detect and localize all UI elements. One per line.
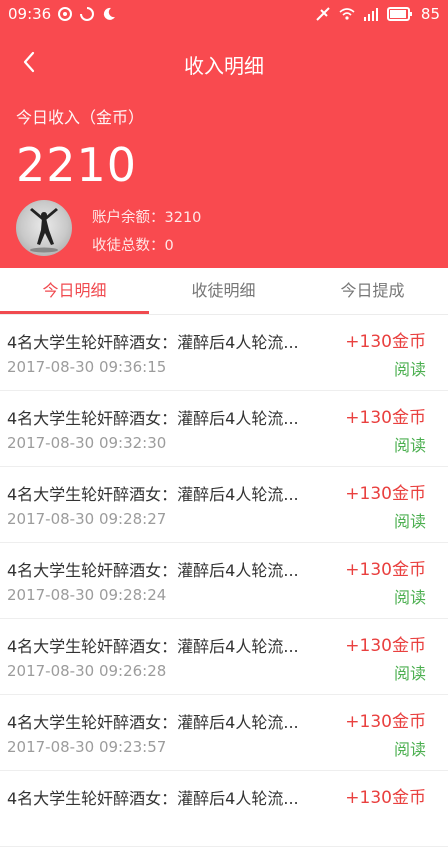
detail-tabs: 今日明细 收徒明细 今日提成: [0, 268, 448, 315]
read-link[interactable]: 阅读: [394, 660, 426, 684]
status-bar: 09:36 85: [0, 0, 448, 30]
record-time: 2017-08-30 09:28:24: [7, 586, 167, 604]
page-title: 收入明细: [184, 54, 264, 78]
article-title: 4名大学生轮奸醉酒女：灌醉后4人轮流...: [7, 561, 299, 580]
status-left: 09:36: [8, 5, 117, 23]
article-title: 4名大学生轮奸醉酒女：灌醉后4人轮流...: [7, 637, 299, 656]
avatar[interactable]: [16, 200, 72, 256]
signal-icon: [363, 8, 378, 21]
list-item[interactable]: 4名大学生轮奸醉酒女：灌醉后4人轮流... 2017-08-30 09:36:1…: [0, 315, 448, 391]
tab-today-commission[interactable]: 今日提成: [298, 268, 447, 314]
list-item[interactable]: 4名大学生轮奸醉酒女：灌醉后4人轮流... +130金币: [0, 771, 448, 847]
tab-apprentice-detail[interactable]: 收徒明细: [149, 268, 298, 314]
apprentice-count: 收徒总数：0: [92, 238, 174, 254]
coin-amount: +130金币: [345, 332, 426, 352]
list-item[interactable]: 4名大学生轮奸醉酒女：灌醉后4人轮流... 2017-08-30 09:23:5…: [0, 695, 448, 771]
coin-amount: +130金币: [345, 484, 426, 504]
list-item[interactable]: 4名大学生轮奸醉酒女：灌醉后4人轮流... 2017-08-30 09:32:3…: [0, 391, 448, 467]
notification-icon: [58, 7, 73, 21]
list-item[interactable]: 4名大学生轮奸醉酒女：灌醉后4人轮流... 2017-08-30 09:28:2…: [0, 543, 448, 619]
read-link[interactable]: 阅读: [394, 432, 426, 456]
article-title: 4名大学生轮奸醉酒女：灌醉后4人轮流...: [7, 409, 299, 428]
read-link[interactable]: 阅读: [394, 356, 426, 380]
moon-icon: [104, 7, 116, 20]
sync-icon: [80, 7, 95, 21]
article-title: 4名大学生轮奸醉酒女：灌醉后4人轮流...: [7, 333, 299, 352]
read-link[interactable]: 阅读: [394, 508, 426, 532]
coin-amount: +130金币: [345, 712, 426, 732]
status-right: 85: [315, 5, 440, 23]
record-time: 2017-08-30 09:36:15: [7, 358, 167, 376]
list-item[interactable]: 4名大学生轮奸醉酒女：灌醉后4人轮流... 2017-08-30 09:26:2…: [0, 619, 448, 695]
account-balance: 账户余额：3210: [92, 210, 202, 226]
income-list: 4名大学生轮奸醉酒女：灌醉后4人轮流... 2017-08-30 09:36:1…: [0, 315, 448, 847]
active-tab-indicator: [0, 311, 149, 314]
record-time: 2017-08-30 09:23:57: [7, 738, 167, 756]
battery-level: 85: [420, 5, 440, 23]
record-time: 2017-08-30 09:32:30: [7, 434, 167, 452]
list-item[interactable]: 4名大学生轮奸醉酒女：灌醉后4人轮流... 2017-08-30 09:28:2…: [0, 467, 448, 543]
coin-amount: +130金币: [345, 408, 426, 428]
record-time: 2017-08-30 09:28:27: [7, 510, 167, 528]
read-link[interactable]: 阅读: [394, 736, 426, 760]
status-time: 09:36: [8, 5, 52, 23]
wifi-icon: [339, 8, 355, 20]
read-link[interactable]: 阅读: [394, 584, 426, 608]
income-header: 收入明细 今日收入（金币） 2210 账户余额：3210 收徒总数：0: [0, 30, 448, 268]
coin-amount: +130金币: [345, 560, 426, 580]
battery-icon: [386, 7, 412, 21]
tab-today-detail[interactable]: 今日明细: [0, 268, 149, 314]
coin-amount: +130金币: [345, 788, 426, 808]
today-income-value: 2210: [16, 138, 138, 192]
player-silhouette-icon: [30, 208, 58, 253]
airplane-mode-icon: [316, 7, 330, 21]
article-title: 4名大学生轮奸醉酒女：灌醉后4人轮流...: [7, 485, 299, 504]
today-income-label: 今日收入（金币）: [16, 108, 145, 127]
record-time: 2017-08-30 09:26:28: [7, 662, 167, 680]
article-title: 4名大学生轮奸醉酒女：灌醉后4人轮流...: [7, 789, 299, 808]
article-title: 4名大学生轮奸醉酒女：灌醉后4人轮流...: [7, 713, 299, 732]
coin-amount: +130金币: [345, 636, 426, 656]
